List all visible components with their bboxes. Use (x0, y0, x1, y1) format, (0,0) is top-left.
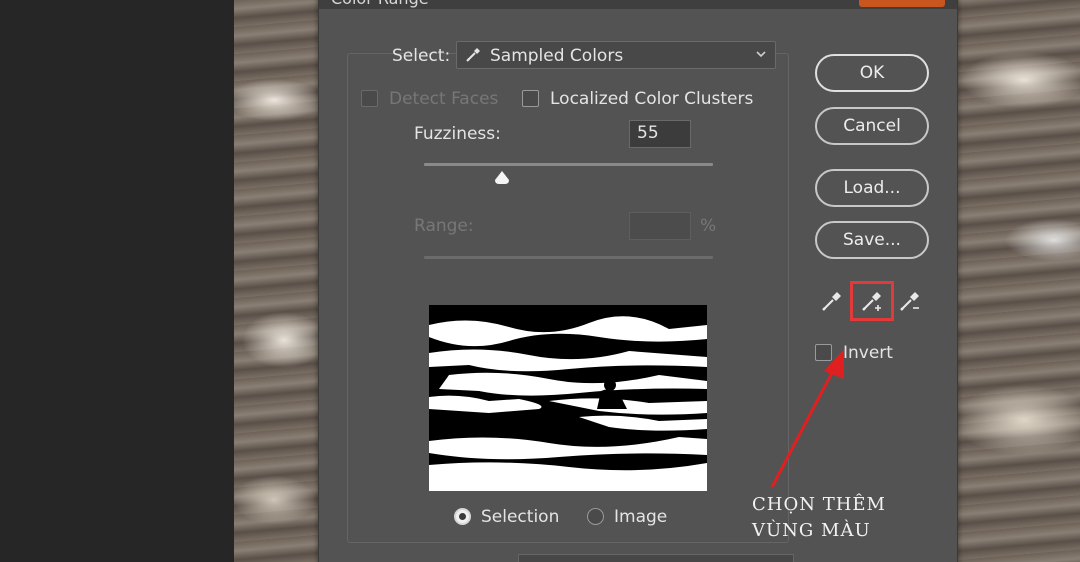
dialog-titlebar[interactable]: Color Range (319, 0, 957, 9)
save-button[interactable]: Save... (815, 221, 929, 259)
annotation-line-1: CHỌN THÊM (752, 494, 886, 515)
fuzziness-slider-thumb[interactable] (494, 170, 510, 186)
range-unit: % (700, 216, 717, 236)
left-panel (0, 0, 234, 562)
selection-preview-image (429, 305, 707, 491)
localized-clusters-label: Localized Color Clusters (550, 89, 754, 109)
fuzziness-label: Fuzziness: (414, 124, 501, 144)
annotation-text: CHỌN THÊM VÙNG MÀU (752, 492, 886, 544)
range-input[interactable] (629, 212, 691, 240)
fuzziness-slider-track[interactable] (424, 163, 713, 166)
select-value: Sampled Colors (490, 46, 624, 66)
range-slider-track[interactable] (424, 256, 713, 259)
chevron-down-icon (756, 51, 766, 58)
selection-preview-dropdown[interactable] (518, 554, 794, 562)
close-button[interactable] (859, 0, 945, 7)
ok-button[interactable]: OK (815, 54, 929, 92)
selection-radio[interactable] (454, 508, 471, 525)
localized-clusters-checkbox[interactable] (522, 90, 539, 107)
eyedropper-icon[interactable] (820, 289, 844, 313)
annotation-arrow (770, 349, 844, 488)
load-button[interactable]: Load... (815, 169, 929, 207)
fuzziness-input[interactable]: 55 (629, 120, 691, 148)
selection-radio-label: Selection (481, 507, 560, 527)
select-dropdown[interactable]: Sampled Colors (456, 41, 776, 69)
select-label: Select: (392, 46, 451, 66)
detect-faces-checkbox[interactable] (361, 90, 378, 107)
eyedropper-plus-highlight (850, 281, 894, 321)
annotation-line-2: VÙNG MÀU (752, 520, 871, 541)
eyedropper-icon (466, 48, 480, 62)
detect-faces-label: Detect Faces (389, 89, 499, 109)
dialog-title: Color Range (331, 0, 429, 8)
range-label: Range: (414, 216, 474, 236)
cancel-button[interactable]: Cancel (815, 107, 929, 145)
image-radio[interactable] (587, 508, 604, 525)
eyedropper-minus-icon[interactable] (898, 289, 922, 313)
image-radio-label: Image (614, 507, 668, 527)
